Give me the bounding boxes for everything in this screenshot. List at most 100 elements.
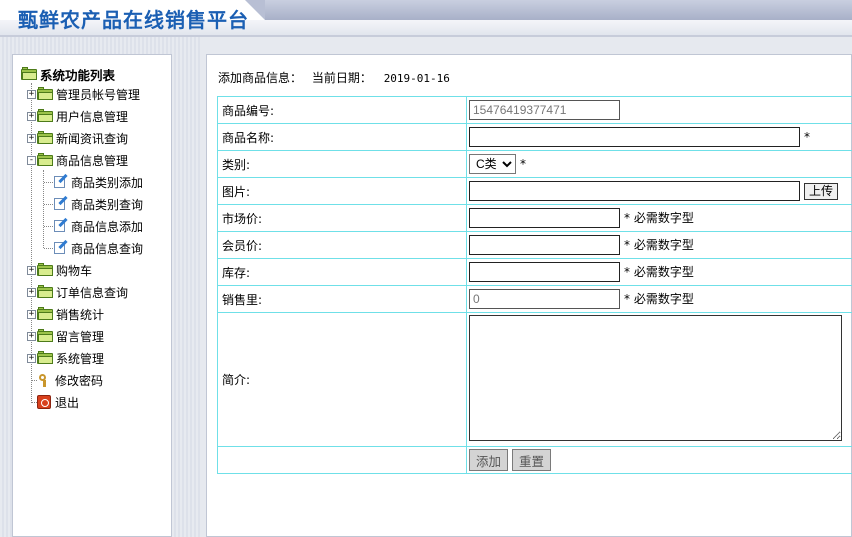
tree-connector (44, 204, 53, 205)
current-date: 2019-01-16 (383, 72, 450, 85)
sidebar-item-cart[interactable]: + 购物车 (27, 261, 92, 279)
tree-root[interactable]: 系统功能列表 (21, 65, 115, 83)
folder-icon (37, 263, 54, 276)
expand-icon[interactable]: + (27, 331, 36, 341)
folder-icon (37, 285, 54, 298)
tree-connector (44, 248, 53, 249)
collapse-icon[interactable]: - (27, 155, 36, 165)
form-row-code: 商品编号: (217, 96, 852, 124)
edit-doc-icon (53, 173, 69, 189)
sidebar-item-label: 管理员帐号管理 (56, 87, 141, 102)
page-info: 添加商品信息： 当前日期： 2019-01-16 (218, 69, 450, 86)
stock-input[interactable] (469, 262, 620, 282)
folder-icon (37, 307, 54, 320)
sidebar-item-label: 销售统计 (56, 307, 105, 322)
form-row-sales: 销售里: * 必需数字型 (217, 285, 852, 313)
form-row-description: 简介: (217, 312, 852, 447)
edit-doc-icon (53, 217, 69, 233)
folder-icon (37, 131, 54, 144)
sidebar-item-orders[interactable]: + 订单信息查询 (27, 283, 128, 301)
expand-icon[interactable]: + (27, 89, 36, 99)
field-label: 商品名称: (217, 123, 467, 151)
tree-connector (44, 182, 53, 183)
sidebar-item-label: 修改密码 (55, 373, 104, 388)
folder-icon (37, 329, 54, 342)
field-label: 图片: (217, 177, 467, 205)
expand-icon[interactable]: + (27, 133, 36, 143)
expand-icon[interactable]: + (27, 265, 36, 275)
upload-button[interactable]: 上传 (804, 183, 839, 200)
product-form: 商品编号: 商品名称: * 类别: C类 * 图片: 上传 (217, 96, 852, 474)
sidebar-item-logout[interactable]: 退出 (37, 393, 79, 411)
expand-icon[interactable]: + (27, 353, 36, 363)
folder-icon (37, 87, 54, 100)
field-label: 商品编号: (217, 96, 467, 124)
form-row-image: 图片: 上传 (217, 177, 852, 205)
field-label: 类别: (217, 150, 467, 178)
power-icon (37, 395, 51, 409)
sidebar-item-label: 新闻资讯查询 (56, 131, 129, 146)
market-price-input[interactable] (469, 208, 620, 228)
reset-button[interactable]: 重置 (512, 449, 552, 471)
add-button[interactable]: 添加 (469, 449, 509, 471)
expand-icon[interactable]: + (27, 287, 36, 297)
sidebar-item-label: 留言管理 (56, 329, 105, 344)
sidebar-item-label: 商品信息查询 (71, 241, 144, 256)
page-heading: 添加商品信息： (218, 71, 303, 85)
numeric-hint: * 必需数字型 (624, 238, 694, 252)
tree-connector (44, 226, 53, 227)
field-label: 销售里: (217, 285, 467, 313)
numeric-hint: * 必需数字型 (624, 292, 694, 306)
category-select[interactable]: C类 (469, 154, 516, 174)
sidebar-item-sales-stats[interactable]: + 销售统计 (27, 305, 104, 323)
form-row-stock: 库存: * 必需数字型 (217, 258, 852, 286)
folder-icon (37, 351, 54, 364)
folder-icon (37, 109, 54, 122)
header-band (245, 0, 852, 20)
form-row-actions: 添加 重置 (217, 446, 852, 474)
edit-doc-icon (53, 195, 69, 211)
form-row-member-price: 会员价: * 必需数字型 (217, 231, 852, 259)
sidebar-item-admin-accounts[interactable]: + 管理员帐号管理 (27, 85, 140, 103)
member-price-input[interactable] (469, 235, 620, 255)
sidebar-item-change-password[interactable]: 修改密码 (37, 371, 103, 389)
description-textarea[interactable] (469, 315, 842, 441)
form-row-category: 类别: C类 * (217, 150, 852, 178)
tree-root-label: 系统功能列表 (40, 67, 116, 83)
sidebar-item-label: 订单信息查询 (56, 285, 129, 300)
folder-open-icon (37, 153, 54, 166)
product-code-input[interactable] (469, 100, 620, 120)
image-path-input[interactable] (469, 181, 800, 201)
key-icon (37, 373, 53, 387)
expand-icon[interactable]: + (27, 309, 36, 319)
sidebar-tree: 系统功能列表 + 管理员帐号管理 + 用户信息管理 + 新闻资讯查询 - 商品信… (12, 54, 172, 537)
app-title: 甄鲜农产品在线销售平台 (18, 8, 249, 32)
form-row-name: 商品名称: * (217, 123, 852, 151)
sidebar-item-label: 退出 (55, 395, 80, 410)
sidebar-item-product-add[interactable]: 商品信息添加 (53, 217, 143, 235)
sidebar-item-product-management[interactable]: - 商品信息管理 (27, 151, 128, 169)
folder-open-icon (21, 67, 38, 80)
field-label: 简介: (217, 312, 467, 447)
expand-icon[interactable]: + (27, 111, 36, 121)
field-label: 市场价: (217, 204, 467, 232)
date-label: 当前日期： (311, 71, 372, 85)
sidebar-item-product-query[interactable]: 商品信息查询 (53, 239, 143, 257)
sidebar-item-category-add[interactable]: 商品类别添加 (53, 173, 143, 191)
main-panel: 添加商品信息： 当前日期： 2019-01-16 商品编号: 商品名称: * 类… (206, 54, 852, 537)
sidebar-item-label: 商品类别查询 (71, 197, 144, 212)
product-name-input[interactable] (469, 127, 800, 147)
sidebar-item-label: 商品信息添加 (71, 219, 144, 234)
numeric-hint: * 必需数字型 (624, 265, 694, 279)
sidebar-item-system[interactable]: + 系统管理 (27, 349, 104, 367)
sidebar-item-messages[interactable]: + 留言管理 (27, 327, 104, 345)
sidebar-item-category-query[interactable]: 商品类别查询 (53, 195, 143, 213)
sidebar-item-news-query[interactable]: + 新闻资讯查询 (27, 129, 128, 147)
sidebar-item-label: 商品信息管理 (56, 153, 129, 168)
edit-doc-icon (53, 239, 69, 255)
field-label: 库存: (217, 258, 467, 286)
sales-input[interactable] (469, 289, 620, 309)
sidebar-item-user-info[interactable]: + 用户信息管理 (27, 107, 128, 125)
sidebar-item-label: 商品类别添加 (71, 175, 144, 190)
field-label: 会员价: (217, 231, 467, 259)
